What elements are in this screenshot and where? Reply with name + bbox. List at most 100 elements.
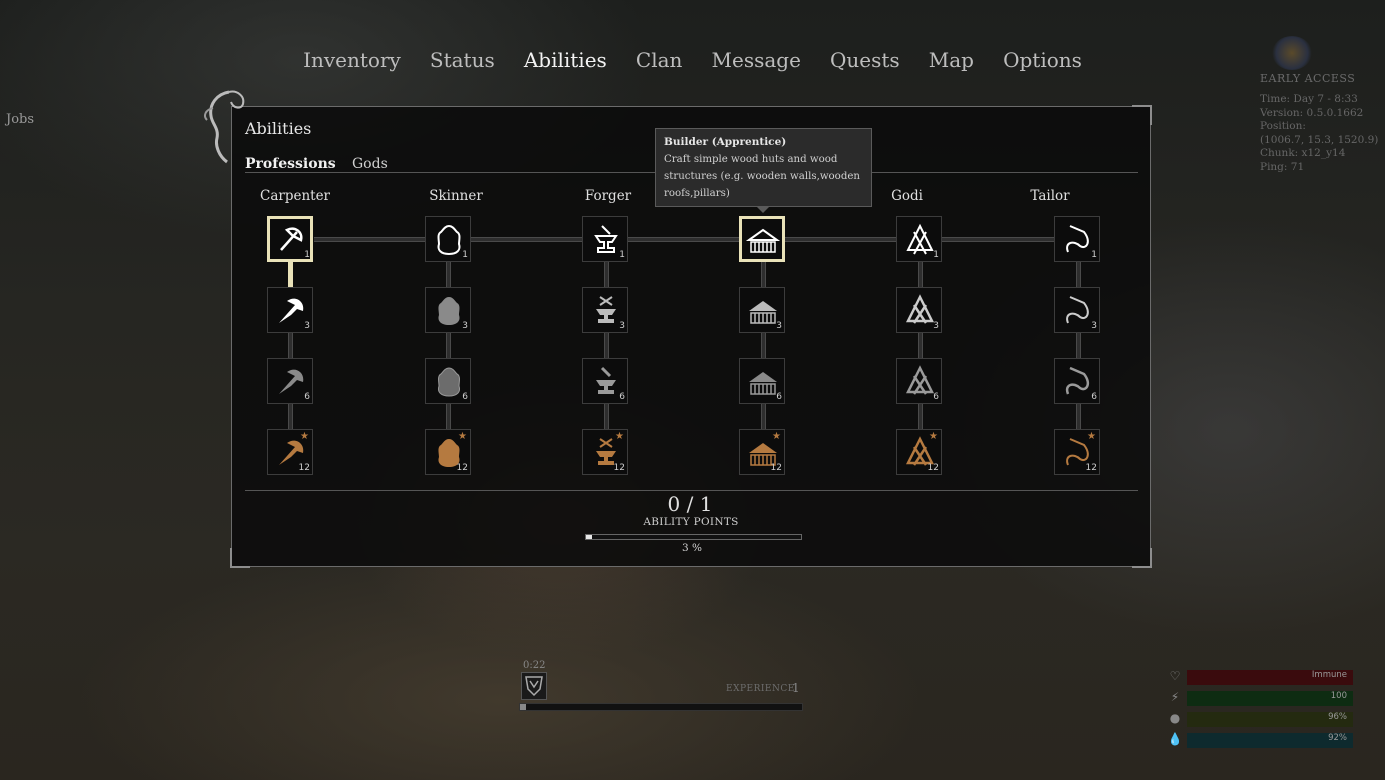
star-icon: ★ — [300, 431, 309, 442]
nav-clan[interactable]: Clan — [636, 48, 683, 72]
tier-level: 12 — [298, 463, 310, 473]
tier-level: 12 — [770, 463, 782, 473]
jobs-label[interactable]: Jobs — [6, 112, 34, 127]
nav-map[interactable]: Map — [929, 48, 974, 72]
early-access-label: EARLY ACCESS — [1260, 72, 1356, 85]
tier-level: 12 — [613, 463, 625, 473]
tailor-tier3-slot[interactable]: 6 — [1054, 358, 1100, 404]
forger-tier4-slot[interactable]: ★ 12 — [582, 429, 628, 475]
shield-buff-icon — [521, 672, 547, 700]
carpenter-tier2-slot[interactable]: 3 — [267, 287, 313, 333]
nav-abilities[interactable]: Abilities — [524, 48, 607, 72]
stamina-value: 100 — [1330, 691, 1347, 701]
tier-level: 3 — [1091, 321, 1097, 331]
corner-ornament — [230, 548, 250, 568]
star-icon: ★ — [772, 431, 781, 442]
skinner-tier2-slot[interactable]: 3 — [425, 287, 471, 333]
top-menu: Inventory Status Abilities Clan Message … — [0, 48, 1385, 72]
tier-level: 3 — [776, 321, 782, 331]
ability-points-progress — [585, 534, 802, 540]
tier-level: 6 — [304, 392, 310, 402]
corner-ornament — [1132, 548, 1152, 568]
forger-tier2-slot[interactable]: 3 — [582, 287, 628, 333]
water-value: 92% — [1328, 733, 1347, 743]
dragon-emblem-icon — [204, 90, 245, 164]
tailor-tier4-slot[interactable]: ★ 12 — [1054, 429, 1100, 475]
ability-tooltip: Builder (Apprentice) Craft simple wood h… — [655, 128, 872, 213]
skinner-tier3-slot[interactable]: 6 — [425, 358, 471, 404]
version-readout: Version: 0.5.0.1662 — [1260, 106, 1364, 119]
ping-readout: Ping: 71 — [1260, 160, 1305, 173]
tier-level: 3 — [933, 321, 939, 331]
health-stat: ♡ Immune — [1167, 669, 1357, 685]
corner-ornament — [1132, 105, 1152, 125]
tab-professions[interactable]: Professions — [245, 156, 336, 172]
food-value: 96% — [1328, 712, 1347, 722]
tier-level: 6 — [776, 392, 782, 402]
tier-level: 6 — [462, 392, 468, 402]
stamina-icon: ⚡ — [1170, 690, 1180, 704]
carpenter-tier3-slot[interactable]: 6 — [267, 358, 313, 404]
position-label: Position: — [1260, 120, 1306, 132]
food-stat: ● 96% — [1167, 711, 1357, 727]
tier-level: 6 — [1091, 392, 1097, 402]
star-icon: ★ — [615, 431, 624, 442]
tier-level: 3 — [462, 321, 468, 331]
stamina-stat: ⚡ 100 — [1167, 690, 1357, 706]
nav-status[interactable]: Status — [430, 48, 495, 72]
tier-level: 1 — [304, 250, 310, 260]
health-value: Immune — [1311, 670, 1347, 680]
builder-tier3-slot[interactable]: 6 — [739, 358, 785, 404]
position-readout: (1006.7, 15.3, 1520.9) — [1260, 133, 1379, 146]
tier-level: 1 — [462, 250, 468, 260]
carpenter-tier1-slot[interactable]: 1 — [267, 216, 313, 262]
nav-message[interactable]: Message — [712, 48, 801, 72]
tailor-tier2-slot[interactable]: 3 — [1054, 287, 1100, 333]
ability-points-percent: 3 % — [682, 542, 702, 554]
skinner-tier1-slot[interactable]: 1 — [425, 216, 471, 262]
carpenter-tier4-slot[interactable]: ★ 12 — [267, 429, 313, 475]
column-tailor: Tailor — [1030, 188, 1070, 204]
godi-tier1-slot[interactable]: 1 — [896, 216, 942, 262]
builder-tier4-slot[interactable]: ★ 12 — [739, 429, 785, 475]
godi-tier4-slot[interactable]: ★ 12 — [896, 429, 942, 475]
tier-level: 12 — [1085, 463, 1097, 473]
nav-options[interactable]: Options — [1003, 48, 1082, 72]
tree-divider — [245, 490, 1138, 491]
nav-inventory[interactable]: Inventory — [303, 48, 401, 72]
water-icon: 💧 — [1167, 732, 1183, 746]
tailor-tier1-slot[interactable]: 1 — [1054, 216, 1100, 262]
star-icon: ★ — [929, 431, 938, 442]
builder-tier1-slot[interactable] — [739, 216, 785, 262]
godi-tier2-slot[interactable]: 3 — [896, 287, 942, 333]
star-icon: ★ — [458, 431, 467, 442]
skinner-tier4-slot[interactable]: ★ 12 — [425, 429, 471, 475]
experience-fill — [520, 704, 526, 710]
tree-connector — [288, 404, 293, 430]
experience-bar — [519, 703, 803, 711]
star-icon: ★ — [1087, 431, 1096, 442]
tier-level: 3 — [304, 321, 310, 331]
godi-tier3-slot[interactable]: 6 — [896, 358, 942, 404]
stamina-bar — [1187, 691, 1353, 706]
forger-tier3-slot[interactable]: 6 — [582, 358, 628, 404]
column-skinner: Skinner — [429, 188, 483, 204]
longhouse-icon — [745, 228, 781, 253]
tier-level: 1 — [1091, 250, 1097, 260]
tier-level: 12 — [456, 463, 468, 473]
builder-tier2-slot[interactable]: 3 — [739, 287, 785, 333]
tier-level: 1 — [933, 250, 939, 260]
nav-quests[interactable]: Quests — [830, 48, 900, 72]
food-icon: ● — [1169, 711, 1181, 725]
chunk-readout: Chunk: x12_y14 — [1260, 147, 1346, 159]
tier-level: 6 — [933, 392, 939, 402]
panel-title: Abilities — [245, 119, 312, 138]
sun-emblem-icon — [1272, 36, 1312, 70]
tree-connector-active — [288, 262, 293, 288]
tree-connector — [288, 333, 293, 359]
buff-timer: 0:22 — [523, 660, 546, 671]
water-stat: 💧 92% — [1167, 732, 1357, 748]
tab-gods[interactable]: Gods — [352, 156, 388, 172]
forger-tier1-slot[interactable]: 1 — [582, 216, 628, 262]
tier-level: 12 — [927, 463, 939, 473]
